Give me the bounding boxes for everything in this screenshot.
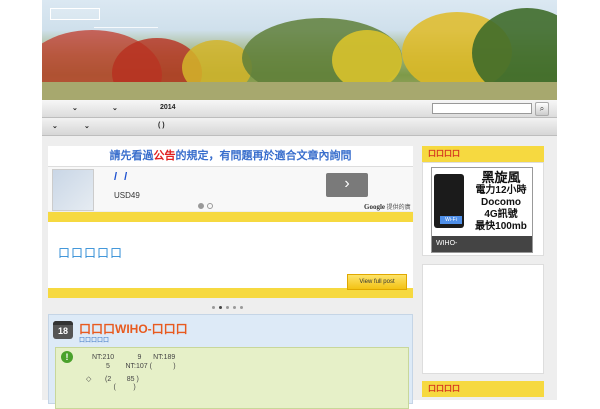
nav-dropdown-2[interactable]: ⌄	[112, 104, 118, 112]
widget-ad: Wi-Fi 黑旋風 電力12小時 Docomo 4G訊號 最快100mb WIH…	[422, 162, 544, 256]
google-logo: Google	[364, 203, 385, 211]
post-card: 18 口口口WIHO-口口口 口口口口口 ! NT:210 9 NT:189 5…	[48, 314, 413, 409]
nav-year-item[interactable]: 2014	[160, 104, 176, 111]
view-full-post-button[interactable]: View full post	[347, 274, 407, 290]
ad-dot[interactable]	[207, 203, 213, 209]
nav-item-paren[interactable]: ( )	[158, 122, 165, 129]
ad-title[interactable]: / /	[114, 171, 129, 183]
notice-text-pre: 請先看過	[109, 150, 154, 162]
widget-title: 口口口口	[422, 381, 544, 397]
ad-dot-active[interactable]	[198, 203, 204, 209]
slider-pagination	[210, 302, 245, 309]
slide-title[interactable]: 口口口口口	[58, 244, 123, 261]
post-line: ( )	[98, 384, 136, 391]
page-frame: ⌄ ⌄ 2014 ⌕ ⌄ ⌄ ( ) 請先看過公告的規定，有問題再於適合文章內詢…	[42, 0, 557, 409]
post-line: NT:210 9 NT:189	[92, 354, 176, 361]
slider-dot[interactable]	[226, 306, 229, 309]
promo-image[interactable]: Wi-Fi 黑旋風 電力12小時 Docomo 4G訊號 最快100mb WIH…	[431, 167, 533, 253]
slider-dot[interactable]	[212, 306, 215, 309]
info-icon: !	[61, 351, 73, 363]
search-icon[interactable]: ⌕	[535, 102, 549, 116]
promo-line: 4G訊號	[484, 209, 518, 220]
ad-thumbnail[interactable]	[52, 169, 94, 211]
promo-line: 最快100mb	[475, 221, 527, 232]
promo-text: 黑旋風 電力12小時 Docomo 4G訊號 最快100mb	[470, 170, 532, 233]
header-banner	[42, 0, 557, 100]
featured-slider: 口口口口口 View full post	[48, 212, 413, 298]
nav-bar-secondary: ⌄ ⌄ ( )	[42, 118, 557, 136]
main-column: 請先看過公告的規定，有問題再於適合文章內詢問 / / USD49 › Googl…	[48, 146, 413, 409]
sidebar: 口口口口 Wi-Fi 黑旋風 電力12小時 Docomo 4G訊號 最快100m…	[422, 146, 544, 400]
widget-title: 口口口口	[422, 146, 544, 162]
ad-banner[interactable]: / / USD49 › Google 提供的廣告	[48, 166, 413, 220]
nav-bar-primary: ⌄ ⌄ 2014 ⌕	[42, 100, 557, 118]
promo-caption[interactable]: WIHO-	[432, 236, 532, 252]
post-comments-link[interactable]: 口口口口口	[79, 335, 109, 344]
router-image: Wi-Fi	[434, 174, 464, 228]
slider-dot[interactable]	[240, 306, 243, 309]
widget-empty	[422, 264, 544, 374]
post-line: ◇ (2 85 )	[86, 376, 139, 383]
search-input[interactable]	[432, 103, 532, 114]
promo-line: 黑旋風	[481, 170, 521, 185]
router-label: Wi-Fi	[440, 216, 462, 224]
site-title[interactable]	[50, 8, 100, 20]
promo-line: Docomo	[481, 197, 521, 208]
site-subtitle	[94, 20, 158, 28]
promo-line: 電力12小時	[475, 185, 527, 196]
notice-banner: 請先看過公告的規定，有問題再於適合文章內詢問	[48, 146, 413, 166]
ad-price: USD49	[114, 191, 140, 200]
notice-link[interactable]: 公告	[154, 150, 176, 162]
slider-dot-active[interactable]	[219, 306, 222, 309]
nav-dropdown-3[interactable]: ⌄	[52, 122, 58, 130]
nav-dropdown-4[interactable]: ⌄	[84, 122, 90, 130]
nav-dropdown-1[interactable]: ⌄	[72, 104, 78, 112]
ad-next-arrow-icon[interactable]: ›	[326, 173, 368, 197]
notice-text-post: 的規定，有問題再於適合文章內詢問	[175, 150, 352, 162]
post-line: 5 NT:107 ( )	[106, 363, 176, 370]
slider-dot[interactable]	[233, 306, 236, 309]
calendar-icon: 18	[53, 321, 73, 339]
